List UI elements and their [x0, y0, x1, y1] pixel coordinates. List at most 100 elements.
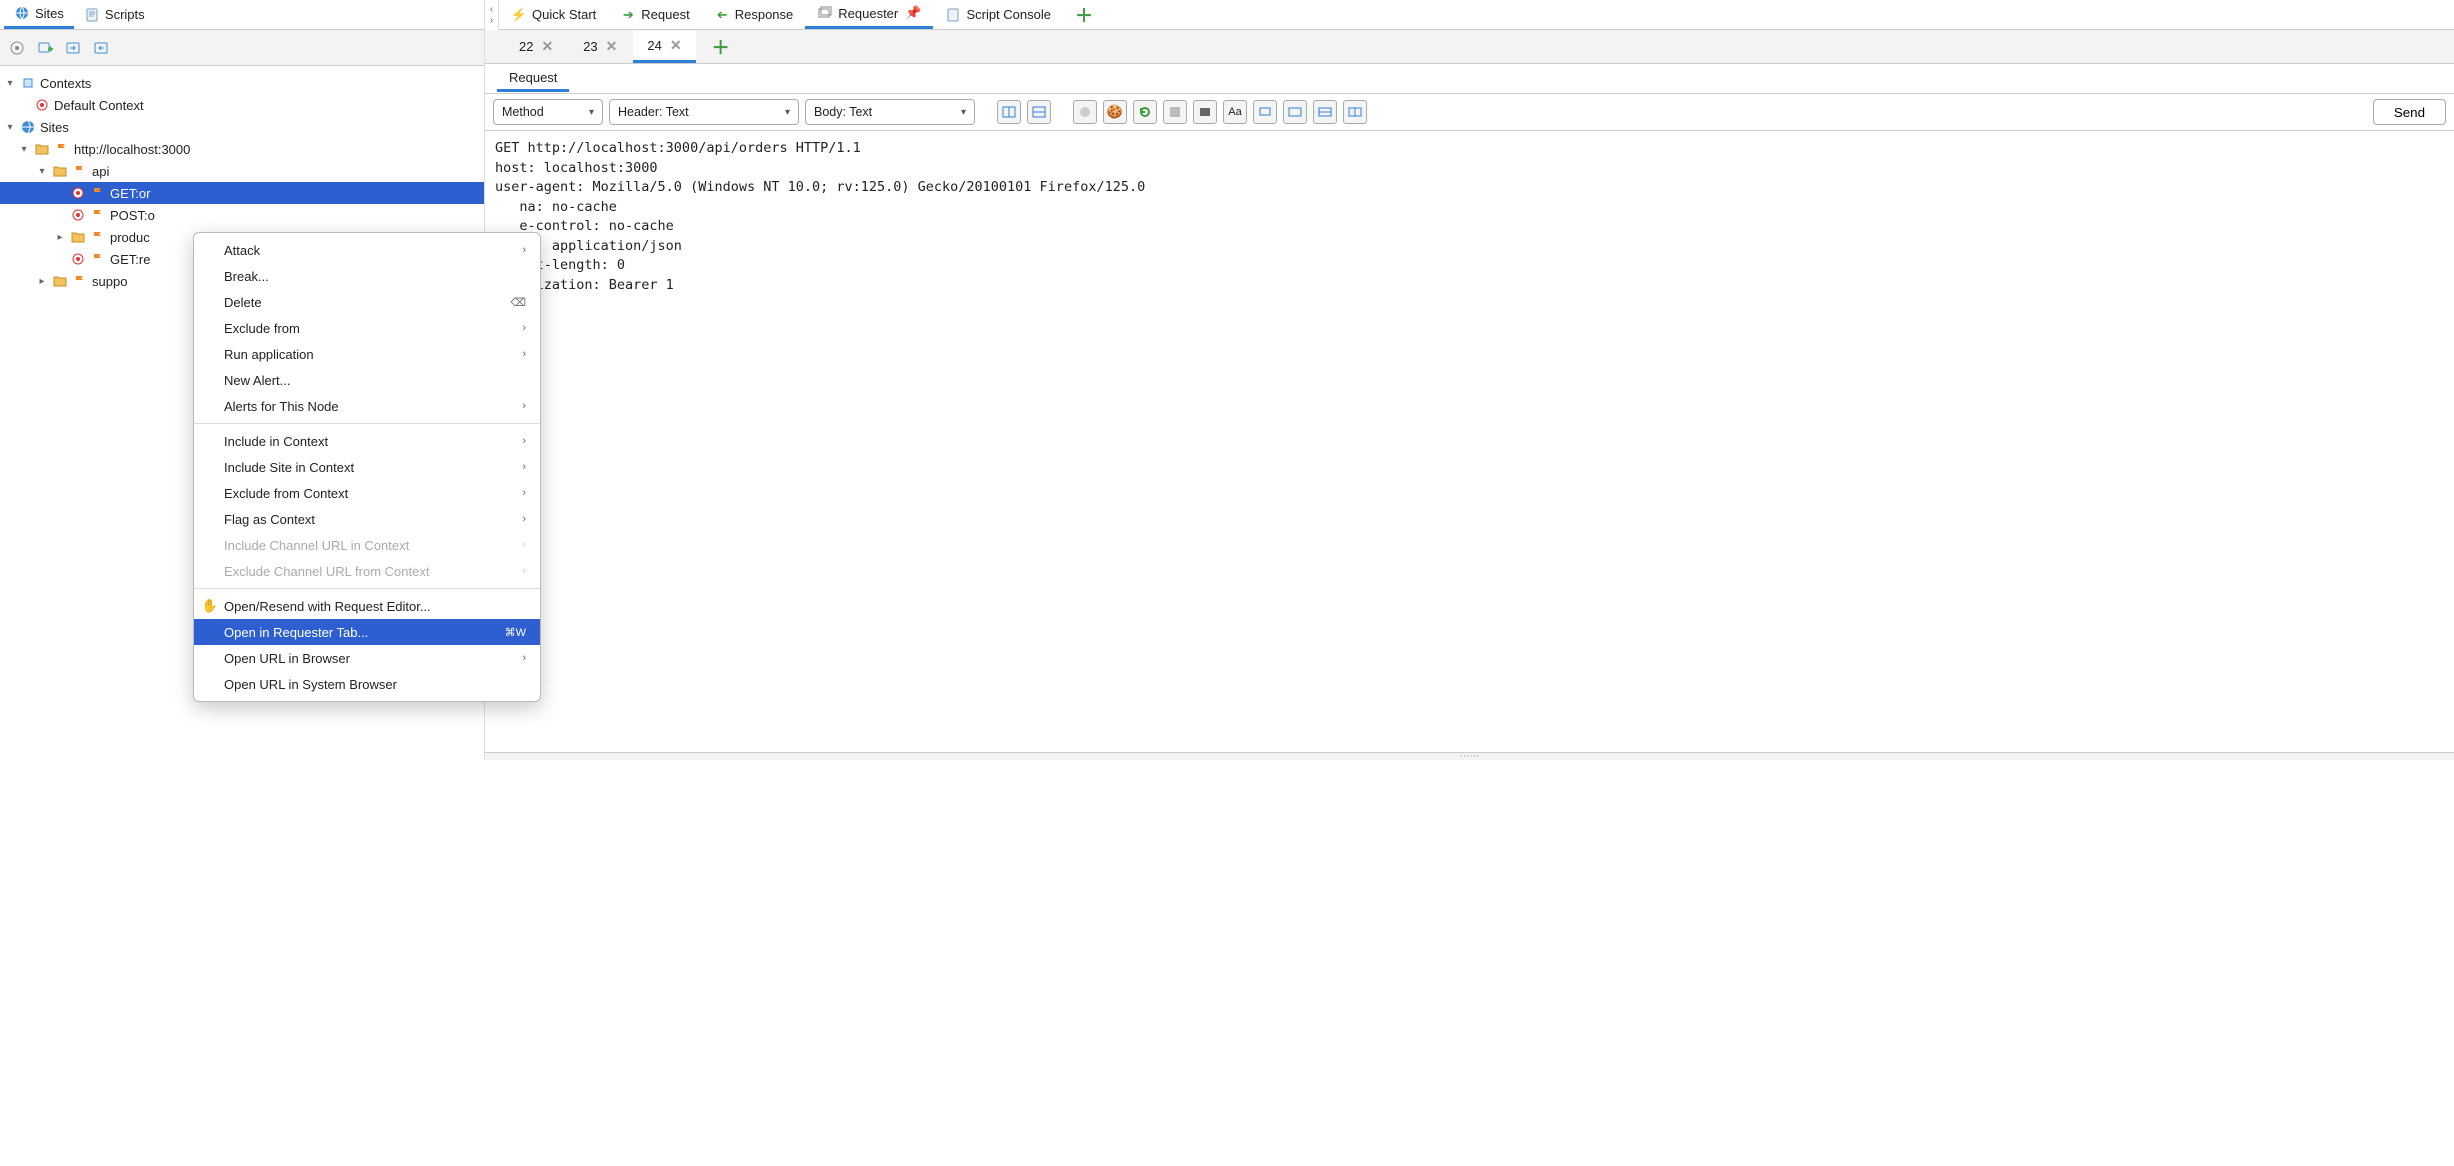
flag-icon	[90, 185, 106, 201]
tab-script-console[interactable]: Script Console	[933, 1, 1063, 29]
tab-label: Requester	[838, 6, 898, 21]
globe-disabled-icon[interactable]	[1073, 100, 1097, 124]
tree-label: GET:or	[110, 186, 150, 201]
method-select[interactable]: Method▾	[493, 99, 603, 125]
tree-post-orders[interactable]: POST:o	[0, 204, 484, 226]
cookie-icon[interactable]: 🍪	[1103, 100, 1127, 124]
tab-quick-start[interactable]: ⚡ Quick Start	[499, 1, 608, 29]
ctx-delete[interactable]: Delete⌫	[194, 289, 540, 315]
tab-scripts[interactable]: Scripts	[74, 1, 155, 29]
flag-icon	[90, 251, 106, 267]
folder-icon	[52, 163, 68, 179]
submenu-arrow-icon: ›	[522, 565, 526, 577]
tree-get-orders[interactable]: GET:or	[0, 182, 484, 204]
flag-icon	[54, 141, 70, 157]
tree-label: Default Context	[54, 98, 144, 113]
ctx-new-alert[interactable]: New Alert...	[194, 367, 540, 393]
tab-response[interactable]: ➔ Response	[702, 1, 806, 29]
tree-default-context[interactable]: Default Context	[0, 94, 484, 116]
target-small-icon	[70, 207, 86, 223]
ctx-attack[interactable]: Attack›	[194, 237, 540, 263]
split-handle[interactable]: ⋯⋯	[485, 752, 2454, 760]
tab-requester[interactable]: Requester 📌	[805, 1, 933, 29]
plus-icon: ＋	[1075, 2, 1093, 28]
close-icon[interactable]: ✕	[670, 37, 682, 54]
context-menu-separator	[194, 588, 540, 589]
tab-label: Request	[641, 7, 689, 22]
split-1-icon[interactable]	[1283, 100, 1307, 124]
ctx-run-app[interactable]: Run application›	[194, 341, 540, 367]
ctx-include-site-context[interactable]: Include Site in Context›	[194, 454, 540, 480]
tree-api[interactable]: ▾ api	[0, 160, 484, 182]
tree-sites-root[interactable]: ▾ Sites	[0, 116, 484, 138]
request-tab-22[interactable]: 22 ✕	[505, 31, 567, 63]
split-3-icon[interactable]	[1343, 100, 1367, 124]
ctx-flag-context[interactable]: Flag as Context›	[194, 506, 540, 532]
redirect-icon[interactable]	[1133, 100, 1157, 124]
request-tab-24[interactable]: 24 ✕	[633, 31, 695, 63]
screen-icon[interactable]	[1253, 100, 1277, 124]
tree-host[interactable]: ▾ http://localhost:3000	[0, 138, 484, 160]
scroll-right-icon[interactable]: ›	[490, 15, 493, 26]
layout-vertical-icon[interactable]	[1027, 100, 1051, 124]
tree-label: Sites	[40, 120, 69, 135]
subtab-request[interactable]: Request	[497, 66, 569, 92]
add-tab-button[interactable]: ＋	[1063, 1, 1105, 29]
tab-sites-label: Sites	[35, 6, 64, 21]
close-icon[interactable]: ✕	[606, 38, 618, 55]
ctx-open-requester[interactable]: Open in Requester Tab... ⌘W	[194, 619, 540, 645]
tab-sites[interactable]: Sites	[4, 1, 74, 29]
request-text[interactable]: GET http://localhost:3000/api/orders HTT…	[485, 131, 2454, 752]
split-2-icon[interactable]	[1313, 100, 1337, 124]
target-small-icon	[34, 97, 50, 113]
layout-horizontal-icon[interactable]	[997, 100, 1021, 124]
new-window-plus-icon[interactable]	[34, 37, 56, 59]
ctx-include-context[interactable]: Include in Context›	[194, 428, 540, 454]
ctx-include-channel: Include Channel URL in Context›	[194, 532, 540, 558]
tree-label: http://localhost:3000	[74, 142, 190, 157]
scroll-left-icon[interactable]: ‹	[490, 4, 493, 15]
tree-label: POST:o	[110, 208, 155, 223]
ctx-alerts-node[interactable]: Alerts for This Node›	[194, 393, 540, 419]
script-icon	[84, 7, 100, 23]
tree-label: Contexts	[40, 76, 91, 91]
ctx-open-url-browser[interactable]: Open URL in Browser›	[194, 645, 540, 671]
window-left-icon[interactable]	[90, 37, 112, 59]
tab-scripts-label: Scripts	[105, 7, 145, 22]
ctx-exclude-context[interactable]: Exclude from Context›	[194, 480, 540, 506]
window-right-icon[interactable]	[62, 37, 84, 59]
arrow-right-icon: ➔	[620, 7, 636, 23]
tab-label: Response	[735, 7, 794, 22]
submenu-arrow-icon: ›	[522, 244, 526, 256]
text-format-icon[interactable]: Aa	[1223, 100, 1247, 124]
tree-label: produc	[110, 230, 150, 245]
tab-request[interactable]: ➔ Request	[608, 1, 701, 29]
ctx-exclude-from[interactable]: Exclude from›	[194, 315, 540, 341]
tree-contexts[interactable]: ▾ Contexts	[0, 72, 484, 94]
request-tab-23[interactable]: 23 ✕	[569, 31, 631, 63]
globe-icon	[14, 5, 30, 21]
target-small-icon	[70, 251, 86, 267]
pin-icon[interactable]: 📌	[905, 5, 921, 21]
chevron-right-icon: ▸	[36, 276, 48, 287]
flag-icon	[72, 273, 88, 289]
ctx-open-url-system[interactable]: Open URL in System Browser	[194, 671, 540, 697]
target-icon[interactable]	[6, 37, 28, 59]
ctx-open-resend[interactable]: ✋ Open/Resend with Request Editor...	[194, 593, 540, 619]
chevron-down-icon: ▾	[961, 107, 966, 118]
close-icon[interactable]: ✕	[541, 38, 553, 55]
header-view-select[interactable]: Header: Text▾	[609, 99, 799, 125]
ctx-break[interactable]: Break...	[194, 263, 540, 289]
submenu-arrow-icon: ›	[522, 348, 526, 360]
submenu-arrow-icon: ›	[522, 487, 526, 499]
body-view-select[interactable]: Body: Text▾	[805, 99, 975, 125]
add-request-tab[interactable]: ＋	[698, 31, 744, 63]
submenu-arrow-icon: ›	[522, 652, 526, 664]
tree-label: GET:re	[110, 252, 150, 267]
send-button[interactable]: Send	[2373, 99, 2446, 125]
arrow-left-icon: ➔	[714, 7, 730, 23]
tree-label: suppo	[92, 274, 127, 289]
host-header-icon[interactable]	[1193, 100, 1217, 124]
csrf-icon[interactable]	[1163, 100, 1187, 124]
chevron-down-icon: ▾	[589, 107, 594, 118]
